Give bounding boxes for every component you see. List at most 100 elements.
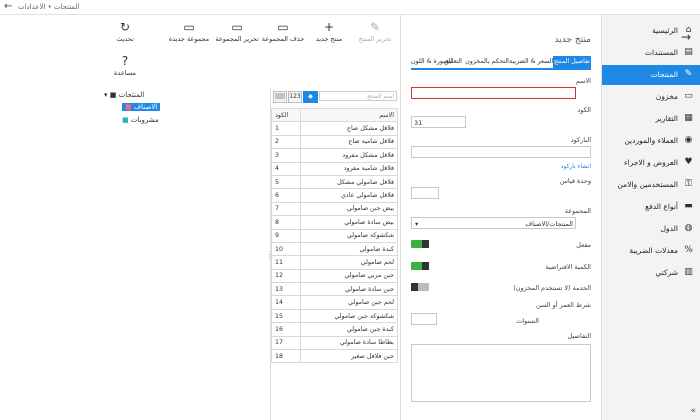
sidebar-item-6[interactable]: ♥ العروض و الاجراء	[602, 153, 700, 173]
code-cell: 3	[271, 148, 301, 163]
tree-expand-icon[interactable]: ▾	[104, 91, 108, 99]
sidebar-item-icon: ⚿	[685, 179, 692, 189]
name-cell: كبدة صامولي	[300, 241, 398, 257]
table-header-row: الكود الاسم	[271, 107, 398, 123]
toolbar-button-5[interactable]: ↻ تحديث	[102, 19, 148, 43]
folder-icon: ■	[109, 91, 117, 99]
group-select[interactable]: المنتجات/الاصناف ▾	[411, 217, 576, 229]
code-filter-button[interactable]: 123	[288, 91, 302, 103]
table-row[interactable]: 7 بيض جبن صامولي	[271, 201, 398, 217]
sidebar-item-icon: ▦	[684, 113, 693, 123]
unit-field[interactable]	[411, 187, 439, 199]
toolbar-button-4[interactable]: ▭ مجموعة جديدة	[166, 19, 212, 43]
sidebar-item-icon: ▥	[684, 267, 693, 277]
barcode-filter-button[interactable]: |||||	[273, 91, 287, 103]
table-row[interactable]: 11 لحم صامولي	[271, 255, 398, 270]
years-field[interactable]	[411, 313, 437, 325]
toolbar-button-3[interactable]: ▭ تحرير المجموعة	[214, 19, 260, 43]
tree-node[interactable]: ■ مشروبات	[122, 116, 159, 124]
name-cell: فلافل مشكل مفرود	[300, 148, 398, 163]
form-tab-4[interactable]: الصورة & اللون	[411, 56, 452, 68]
sidebar-item-9[interactable]: ◍ الدول	[602, 219, 700, 239]
age-restriction-label: شرط العمر أو السن	[536, 301, 591, 309]
sidebar-item-3[interactable]: ▭ مخزون	[602, 87, 700, 107]
toolbar-button-0[interactable]: ✎ تحرير المنتج	[352, 19, 398, 43]
table-row[interactable]: 1 فلافل مشكل صاج	[271, 121, 398, 136]
code-cell: 12	[271, 268, 301, 284]
code-label: الكود	[577, 106, 591, 114]
details-textarea[interactable]	[411, 344, 591, 402]
tree-node-label: مشروبات	[130, 116, 159, 124]
code-cell: 7	[271, 201, 301, 217]
toolbar-button-label: حذف المجموعة	[261, 35, 305, 43]
default-qty-toggle[interactable]	[411, 262, 429, 270]
toolbar-button-label: تحديث	[116, 35, 134, 43]
sidebar-item-7[interactable]: ⚿ المستخدمين والامن	[602, 175, 700, 195]
table-row[interactable]: 4 فلافل شامية مفرود	[271, 161, 398, 176]
code-cell: 9	[271, 228, 301, 243]
form-title: منتج جديد	[554, 35, 591, 45]
sidebar-item-2[interactable]: ✎ المنتجات	[602, 65, 700, 85]
toolbar-button-1[interactable]: + منتج جديد	[306, 19, 352, 43]
tree-node[interactable]: ■ الاصناف	[122, 103, 161, 111]
sidebar-item-10[interactable]: % معدلات الضريبة	[602, 241, 700, 261]
collapse-sidebar-icon[interactable]: «	[690, 406, 696, 416]
tree-root[interactable]: ▾ ■ المنتجات	[104, 91, 144, 99]
barcode-field[interactable]	[411, 146, 591, 158]
product-grid: ||||| 123 ◆ اسم المنتج الكود الاسم 1 فلاف…	[270, 88, 399, 420]
toolbar-button-label: مجموعة جديدة	[168, 35, 210, 43]
enabled-toggle[interactable]	[411, 240, 429, 248]
sidebar-item-1[interactable]: ▤ المستندات	[602, 43, 700, 63]
product-table: الكود الاسم 1 فلافل مشكل صاج 2 فلافل شامية …	[271, 107, 398, 364]
group-label: المجموعة	[564, 207, 591, 215]
code-cell: 15	[271, 308, 301, 324]
table-row[interactable]: 10 كبدة صامولي	[271, 241, 398, 257]
table-row[interactable]: 13 جبن سادة صامولي	[271, 282, 398, 297]
sidebar-item-8[interactable]: ▬ أنواع الدفع	[602, 197, 700, 217]
sidebar-item-label: المنتجات	[650, 70, 678, 79]
table-row[interactable]: 15 شكشوكة جبن صامولي	[271, 308, 398, 324]
table-row[interactable]: 5 فلافل صامولي مشكل	[271, 174, 398, 190]
folder-icon: ■	[125, 103, 134, 111]
name-cell: بطاطا سادة صامولي	[300, 335, 398, 351]
sidebar-item-5[interactable]: ◉ العملاء والموردين	[602, 131, 700, 151]
toolbar-button-6[interactable]: ? مساعدة	[102, 53, 148, 77]
table-row[interactable]: 9 شكشوكة صامولي	[271, 228, 398, 243]
name-cell: لحم صامولي	[300, 255, 398, 270]
window-title: المنتجات • الاعدادات	[18, 3, 80, 11]
sidebar-item-label: الدول	[660, 224, 678, 233]
table-row[interactable]: 12 جبن مربي صامولي	[271, 268, 398, 284]
table-row[interactable]: 8 بيض سادة صامولي	[271, 215, 398, 230]
name-cell: جبن فلافل صغير	[300, 349, 398, 364]
code-cell: 13	[271, 282, 301, 297]
sidebar-item-4[interactable]: ▦ التقارير	[602, 109, 700, 129]
code-cell: 8	[271, 215, 301, 230]
product-search-input[interactable]: اسم المنتج	[319, 91, 397, 101]
tag-filter-icon[interactable]: ◆	[303, 91, 318, 103]
sidebar-item-label: الرئيسية	[652, 26, 678, 35]
table-row[interactable]: 14 لحم جبن صامولي	[271, 295, 398, 310]
code-field[interactable]: 31	[411, 116, 466, 128]
table-row[interactable]: 16 كبدة جبن صامولي	[271, 322, 398, 337]
back-arrow-icon[interactable]: ←	[4, 1, 12, 12]
code-cell: 18	[271, 349, 301, 364]
form-tab-2[interactable]: التحكم بالمخزون	[465, 56, 509, 68]
years-label: السنوات	[516, 317, 539, 325]
forward-arrow-icon[interactable]: →	[681, 30, 691, 44]
table-row[interactable]: 2 فلافل شامية صاج	[271, 134, 398, 150]
name-column-header[interactable]: الاسم	[300, 107, 398, 123]
toolbar-icon: ?	[121, 54, 129, 68]
form-tab-0[interactable]: تفاصيل المنتج	[553, 56, 591, 68]
table-row[interactable]: 18 جبن فلافل صغير	[271, 349, 398, 364]
code-column-header[interactable]: الكود	[271, 107, 301, 123]
form-tab-1[interactable]: السعر & الضريبة	[509, 56, 553, 68]
table-row[interactable]: 3 فلافل مشكل مفرود	[271, 148, 398, 163]
generate-barcode-link[interactable]: انشاء باركود	[561, 163, 591, 170]
name-cell: بيض سادة صامولي	[300, 215, 398, 230]
table-row[interactable]: 6 فلافل صامولي عادي	[271, 188, 398, 203]
sidebar-item-11[interactable]: ▥ شركتي	[602, 263, 700, 283]
service-toggle[interactable]	[411, 283, 429, 291]
toolbar-button-2[interactable]: ▭ حذف المجموعة	[260, 19, 306, 43]
table-row[interactable]: 17 بطاطا سادة صامولي	[271, 335, 398, 351]
name-field[interactable]	[411, 87, 576, 99]
